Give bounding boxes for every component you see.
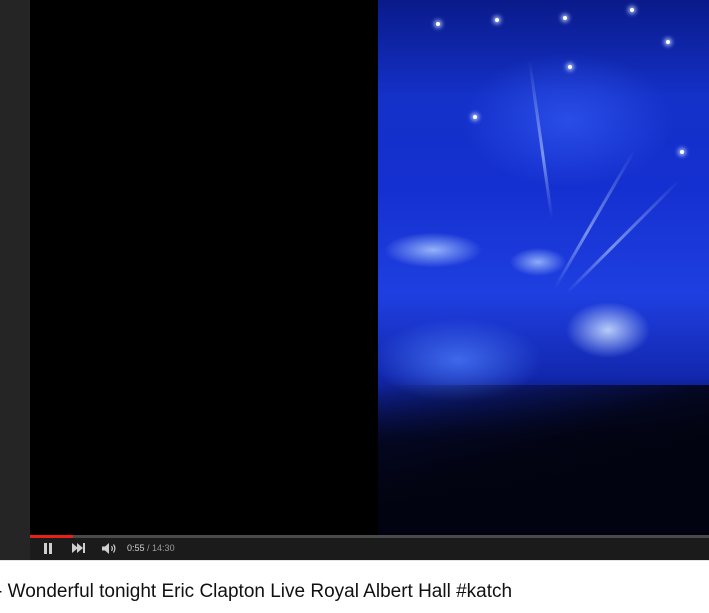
stage-light <box>563 16 567 20</box>
light-beam <box>553 149 636 290</box>
page-left-gutter <box>0 0 30 560</box>
skip-next-icon[interactable] <box>71 542 87 554</box>
current-time: 0:55 <box>127 543 145 553</box>
time-display: 0:55 / 14:30 <box>127 543 175 553</box>
pause-icon[interactable] <box>42 542 54 554</box>
stage-light <box>568 65 572 69</box>
stage-light <box>666 40 670 44</box>
video-frame-concert <box>378 0 709 535</box>
stage-light <box>495 18 499 22</box>
time-separator: / <box>144 543 153 553</box>
video-display[interactable] <box>30 0 709 535</box>
stage-light <box>473 115 477 119</box>
video-title-bar: - Wonderful tonight Eric Clapton Live Ro… <box>0 560 709 613</box>
stage-light <box>436 22 440 26</box>
progress-bar[interactable] <box>30 535 709 538</box>
player-control-bar: 0:55 / 14:30 <box>30 535 709 560</box>
light-beam <box>528 59 554 219</box>
video-title: - Wonderful tonight Eric Clapton Live Ro… <box>0 581 513 602</box>
duration: 14:30 <box>152 543 175 553</box>
volume-icon[interactable] <box>101 542 119 554</box>
video-dark-foreground <box>378 385 709 535</box>
stage-light <box>680 150 684 154</box>
stage-light <box>630 8 634 12</box>
video-player[interactable]: 0:55 / 14:30 <box>30 0 709 560</box>
progress-bar-played <box>30 535 73 538</box>
